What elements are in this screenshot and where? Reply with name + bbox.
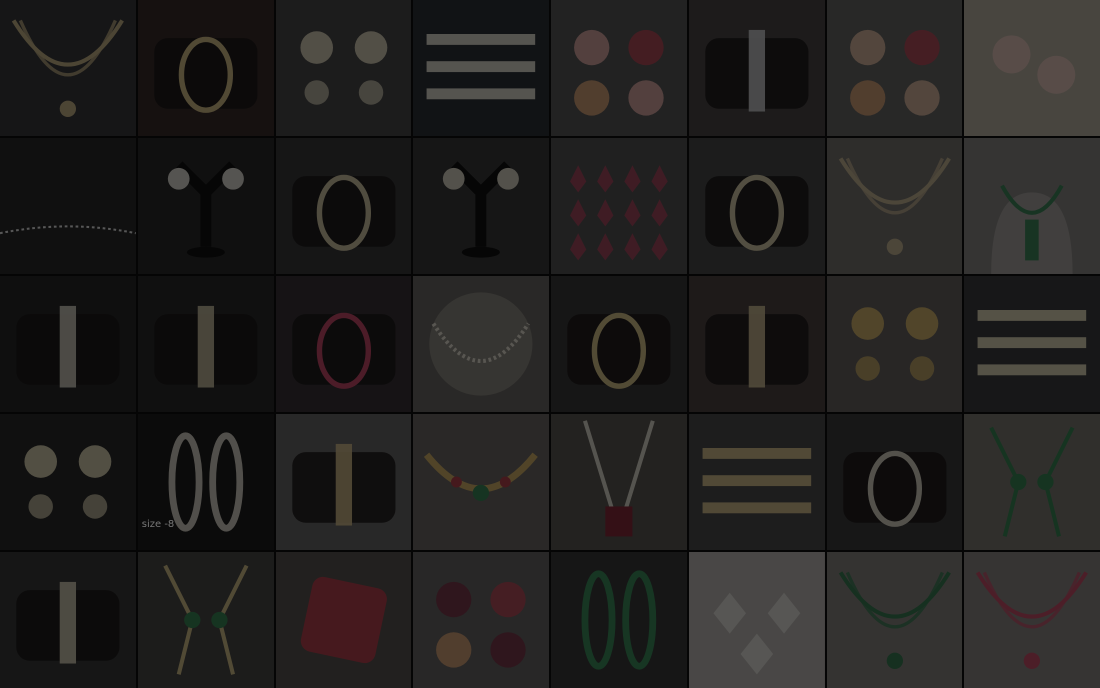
gallery-tile-bracelet-pillow[interactable] (137, 276, 274, 412)
chain-image (0, 225, 136, 235)
bracelet-pillow-image (16, 305, 120, 388)
bracelet-image (702, 448, 811, 514)
bangle-pillow-image (291, 312, 395, 389)
gallery-tile-ring[interactable] (275, 552, 412, 688)
necklace-bust-image (991, 184, 1073, 274)
bangles-image (581, 570, 657, 670)
gallery-tile-bracelet-pillow[interactable] (688, 0, 825, 136)
pearl-necklace-image (429, 292, 533, 396)
gallery-tile-bangles[interactable] (551, 552, 687, 688)
gallery-tile-bracelets[interactable] (413, 0, 549, 136)
gallery-tile-necklace-bust[interactable] (964, 138, 1100, 274)
gallery-tile-hand-chain[interactable] (137, 552, 274, 688)
gallery-tile-hand-chain[interactable] (964, 414, 1100, 550)
pendant-set-image (688, 552, 825, 688)
gallery-tile-bangle-pillow[interactable] (275, 276, 412, 412)
gallery-tile-bangle-pillow[interactable] (551, 276, 687, 412)
product-gallery-grid: size -8 (0, 0, 1100, 688)
ring-image (300, 576, 387, 664)
gallery-tile-bracelet[interactable] (964, 276, 1100, 412)
gallery-tile-bangle-on-pillow[interactable] (137, 0, 274, 136)
bracelet-image (977, 310, 1087, 376)
bracelet-pillow-image (154, 305, 258, 388)
gallery-tile-bracelet[interactable] (688, 414, 825, 550)
gallery-tile-large-earrings[interactable] (826, 276, 963, 412)
bangle-pillow-image (842, 450, 946, 527)
large-earrings-image (850, 307, 938, 381)
bangle-on-pillow-image (154, 36, 258, 113)
earrings-image (299, 31, 387, 105)
gallery-tile-earrings[interactable] (275, 0, 412, 136)
bangle-pillow-image (705, 174, 809, 251)
gallery-tile-bracelet-pillow[interactable] (0, 552, 136, 688)
gallery-tile-bracelet-pillow[interactable] (0, 276, 136, 412)
floral-earrings-image (992, 35, 1076, 94)
gallery-tile-choker[interactable] (413, 414, 549, 550)
gallery-tile-bracelet-pillow[interactable] (688, 276, 825, 412)
gallery-tile-chain[interactable] (0, 138, 136, 274)
gallery-tile-bracelet-pillow[interactable] (275, 414, 412, 550)
gallery-tile-earrings-stand[interactable] (137, 138, 274, 274)
rings-image (849, 29, 940, 116)
gallery-tile-necklace[interactable] (964, 552, 1100, 688)
gallery-tile-rings[interactable] (551, 0, 687, 136)
gallery-tile-bangles[interactable]: size -8 (137, 414, 274, 550)
gallery-tile-necklace[interactable] (0, 0, 136, 136)
earrings-stand-image (443, 161, 520, 258)
bracelet-pillow-image (16, 581, 120, 664)
gallery-tile-pendant-set[interactable] (688, 552, 825, 688)
hand-chain-image (163, 564, 249, 675)
earrings-image (24, 445, 112, 519)
bracelets-image (426, 34, 536, 100)
necklace-image (11, 19, 124, 117)
necklace-set-image (838, 157, 951, 255)
gallery-tile-rings[interactable] (826, 0, 963, 136)
gallery-tile-bangle-pillow[interactable] (826, 414, 963, 550)
long-necklace-image (582, 420, 655, 537)
hand-chain-image (989, 426, 1075, 537)
rings-image (436, 581, 526, 668)
necklace-set-image (838, 571, 951, 669)
rings-image (574, 29, 664, 116)
bracelet-pillow-image (291, 443, 395, 526)
gallery-tile-earrings-stand[interactable] (413, 138, 549, 274)
gallery-tile-long-necklace[interactable] (551, 414, 687, 550)
choker-image (424, 452, 539, 502)
gallery-tile-floral-earrings[interactable] (964, 0, 1100, 136)
gallery-tile-bangles-pillow[interactable] (275, 138, 412, 274)
gallery-tile-bangle-pillow[interactable] (688, 138, 825, 274)
pendants-image (570, 165, 668, 261)
gallery-tile-necklace-set[interactable] (826, 552, 963, 688)
bracelet-pillow-image (705, 29, 809, 112)
gallery-tile-rings[interactable] (413, 552, 549, 688)
gallery-tile-necklace-set[interactable] (826, 138, 963, 274)
bangle-pillow-image (567, 312, 671, 389)
bracelet-pillow-image (705, 305, 809, 388)
necklace-image (976, 571, 1089, 669)
gallery-tile-pearl-necklace[interactable] (413, 276, 549, 412)
tile-caption: size -8 (141, 519, 175, 530)
earrings-stand-image (167, 161, 244, 258)
gallery-tile-earrings[interactable] (0, 414, 136, 550)
gallery-tile-pendants[interactable] (551, 138, 687, 274)
bangles-pillow-image (291, 174, 395, 251)
